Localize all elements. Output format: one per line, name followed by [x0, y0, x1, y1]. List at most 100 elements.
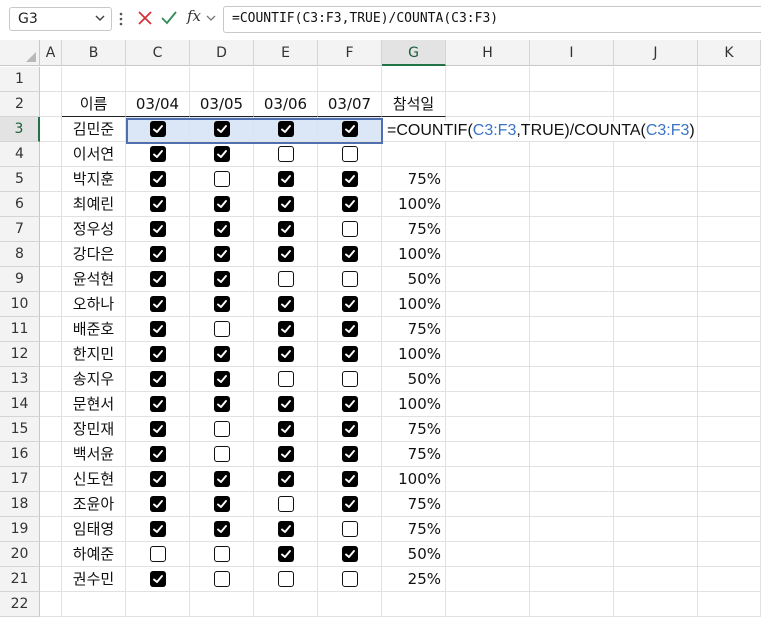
cell-f16[interactable] — [318, 442, 382, 467]
cancel-icon[interactable] — [138, 11, 152, 25]
cell-j8[interactable] — [614, 242, 698, 267]
cell-f13[interactable] — [318, 367, 382, 392]
cell-i2[interactable] — [530, 92, 614, 117]
cell-b20[interactable]: 하예준 — [62, 542, 126, 567]
cell-b3[interactable]: 김민준 — [62, 117, 126, 142]
column-header-d[interactable]: D — [190, 40, 254, 66]
cell-k12[interactable] — [698, 342, 761, 367]
checkbox-unchecked[interactable] — [277, 271, 294, 287]
cell-a2[interactable] — [40, 92, 62, 117]
row-header-11[interactable]: 11 — [0, 317, 40, 342]
cell-d1[interactable] — [190, 67, 254, 92]
cell-a8[interactable] — [40, 242, 62, 267]
cell-h21[interactable] — [446, 567, 530, 592]
cell-c12[interactable] — [126, 342, 190, 367]
chevron-down-icon[interactable] — [94, 11, 106, 25]
cell-g14[interactable]: 100% — [382, 392, 446, 417]
cell-k10[interactable] — [698, 292, 761, 317]
cell-j2[interactable] — [614, 92, 698, 117]
cell-d22[interactable] — [190, 592, 254, 617]
cell-e12[interactable] — [254, 342, 318, 367]
checkbox-unchecked[interactable] — [277, 146, 294, 162]
row-header-18[interactable]: 18 — [0, 492, 40, 517]
cell-g17[interactable]: 100% — [382, 467, 446, 492]
cell-j5[interactable] — [614, 167, 698, 192]
checkbox-checked[interactable] — [213, 121, 230, 137]
cell-j11[interactable] — [614, 317, 698, 342]
checkbox-checked[interactable] — [277, 171, 294, 187]
cell-e15[interactable] — [254, 417, 318, 442]
cell-g10[interactable]: 100% — [382, 292, 446, 317]
checkbox-checked[interactable] — [149, 196, 166, 212]
cell-i9[interactable] — [530, 267, 614, 292]
row-header-20[interactable]: 20 — [0, 542, 40, 567]
cell-e6[interactable] — [254, 192, 318, 217]
cell-f2[interactable]: 03/07 — [318, 92, 382, 117]
cell-b5[interactable]: 박지훈 — [62, 167, 126, 192]
cell-e20[interactable] — [254, 542, 318, 567]
cell-b21[interactable]: 권수민 — [62, 567, 126, 592]
cell-d6[interactable] — [190, 192, 254, 217]
checkbox-unchecked[interactable] — [341, 571, 358, 587]
cell-e13[interactable] — [254, 367, 318, 392]
checkbox-unchecked[interactable] — [277, 571, 294, 587]
cell-g4[interactable] — [382, 142, 446, 167]
checkbox-unchecked[interactable] — [213, 446, 230, 462]
cell-b16[interactable]: 백서윤 — [62, 442, 126, 467]
cell-k11[interactable] — [698, 317, 761, 342]
cell-h15[interactable] — [446, 417, 530, 442]
checkbox-checked[interactable] — [213, 221, 230, 237]
cell-f8[interactable] — [318, 242, 382, 267]
cell-e22[interactable] — [254, 592, 318, 617]
checkbox-checked[interactable] — [277, 446, 294, 462]
cell-i21[interactable] — [530, 567, 614, 592]
cell-i12[interactable] — [530, 342, 614, 367]
cell-b8[interactable]: 강다은 — [62, 242, 126, 267]
row-header-21[interactable]: 21 — [0, 567, 40, 592]
checkbox-checked[interactable] — [149, 221, 166, 237]
cell-h7[interactable] — [446, 217, 530, 242]
cell-a11[interactable] — [40, 317, 62, 342]
cell-e11[interactable] — [254, 317, 318, 342]
cell-c11[interactable] — [126, 317, 190, 342]
cell-d20[interactable] — [190, 542, 254, 567]
cell-j4[interactable] — [614, 142, 698, 167]
cell-h6[interactable] — [446, 192, 530, 217]
checkbox-checked[interactable] — [341, 171, 358, 187]
formula-input[interactable]: =COUNTIF(C3:F3,TRUE)/COUNTA(C3:F3) — [223, 6, 761, 33]
checkbox-checked[interactable] — [277, 546, 294, 562]
insert-function-icon[interactable]: fx — [187, 7, 201, 25]
cell-d9[interactable] — [190, 267, 254, 292]
checkbox-unchecked[interactable] — [341, 146, 358, 162]
cell-i20[interactable] — [530, 542, 614, 567]
checkbox-checked[interactable] — [277, 471, 294, 487]
cell-g21[interactable]: 25% — [382, 567, 446, 592]
cell-j17[interactable] — [614, 467, 698, 492]
checkbox-checked[interactable] — [341, 396, 358, 412]
checkbox-checked[interactable] — [213, 271, 230, 287]
cell-h14[interactable] — [446, 392, 530, 417]
cell-j21[interactable] — [614, 567, 698, 592]
cell-c6[interactable] — [126, 192, 190, 217]
checkbox-checked[interactable] — [277, 321, 294, 337]
cell-e1[interactable] — [254, 67, 318, 92]
cell-f19[interactable] — [318, 517, 382, 542]
checkbox-checked[interactable] — [341, 296, 358, 312]
checkbox-checked[interactable] — [149, 421, 166, 437]
checkbox-checked[interactable] — [213, 371, 230, 387]
cell-f6[interactable] — [318, 192, 382, 217]
more-options-icon[interactable] — [119, 10, 123, 28]
chevron-down-icon[interactable] — [206, 14, 216, 22]
cell-e4[interactable] — [254, 142, 318, 167]
cell-f3[interactable] — [318, 117, 382, 142]
row-header-5[interactable]: 5 — [0, 167, 40, 192]
cell-i10[interactable] — [530, 292, 614, 317]
row-header-22[interactable]: 22 — [0, 592, 40, 617]
cell-a1[interactable] — [40, 67, 62, 92]
cell-h2[interactable] — [446, 92, 530, 117]
column-header-e[interactable]: E — [254, 40, 318, 66]
checkbox-checked[interactable] — [213, 296, 230, 312]
cell-g16[interactable]: 75% — [382, 442, 446, 467]
checkbox-checked[interactable] — [341, 321, 358, 337]
cell-e14[interactable] — [254, 392, 318, 417]
